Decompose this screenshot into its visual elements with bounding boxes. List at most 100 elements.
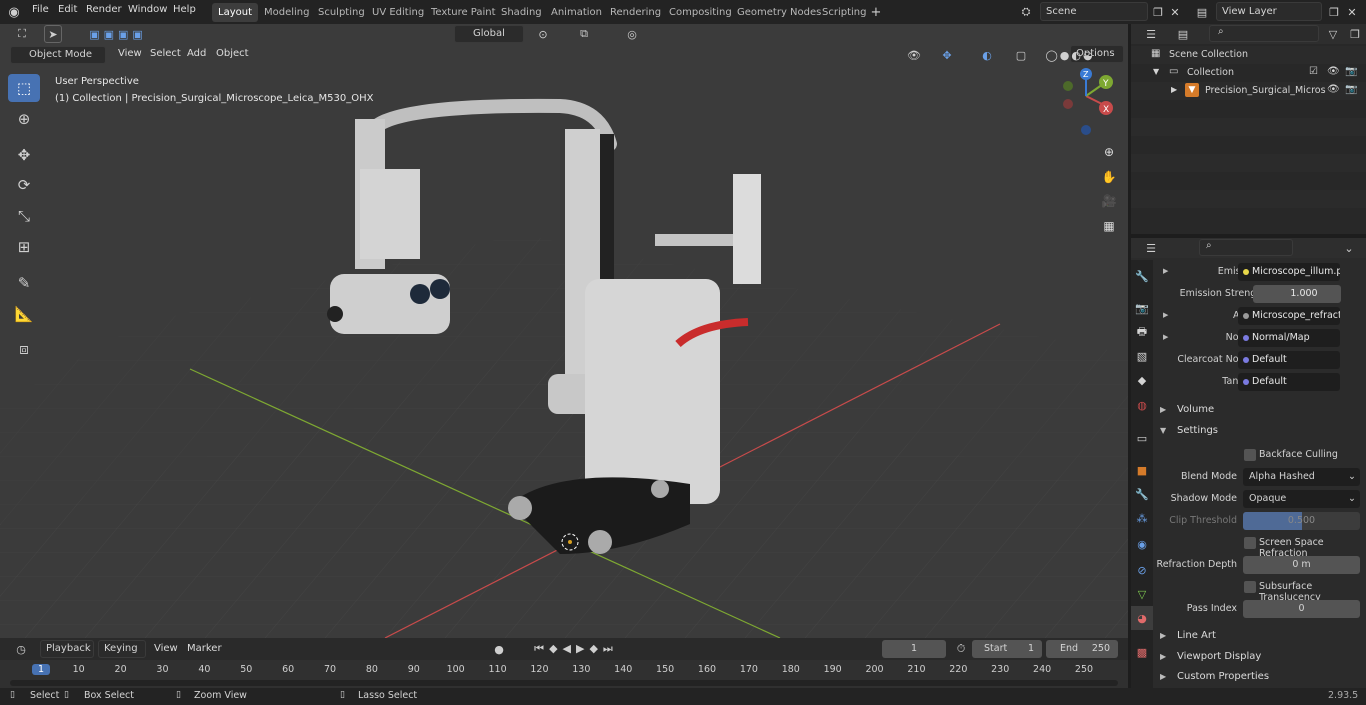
view-layer-tab-icon[interactable]: ▧ xyxy=(1131,344,1153,368)
blender-logo-icon[interactable]: ◉ xyxy=(6,4,22,20)
proportional-edit-icon[interactable]: ◎ xyxy=(612,25,652,43)
ssr-checkbox[interactable] xyxy=(1244,537,1256,549)
cursor-tool-icon[interactable]: ⊕ xyxy=(8,105,40,133)
shading-mode-icons[interactable]: ◯●◐◒ xyxy=(1034,46,1106,64)
annotate-tool-icon[interactable]: ✎ xyxy=(8,269,40,297)
playback-controls-icons[interactable]: ⏮◆◀▶◆⏭ xyxy=(522,640,630,658)
material-input-field[interactable]: Default xyxy=(1238,373,1340,391)
editor-type-icon-2[interactable]: ⛶ xyxy=(8,25,36,43)
3d-viewport[interactable]: ⛶ Object Mode View Select Add Object Opt… xyxy=(0,24,1128,638)
camera-view-icon[interactable]: 🎥 xyxy=(1098,190,1120,212)
new-view-layer-icon[interactable]: ❐ xyxy=(1326,3,1342,21)
line-art-panel-header[interactable]: ▶ Line Art xyxy=(1160,626,1366,646)
new-collection-icon[interactable]: ❐ xyxy=(1347,26,1363,42)
socket-icon[interactable] xyxy=(1243,379,1249,385)
outliner-row-scene[interactable]: ▦ Scene Collection xyxy=(1131,46,1366,64)
expand-arrow-icon[interactable]: ▶ xyxy=(1163,267,1168,275)
rotate-tool-icon[interactable]: ⟳ xyxy=(8,171,40,199)
output-tab-icon[interactable]: 🖶 xyxy=(1131,320,1153,344)
render-tab-icon[interactable]: 📷 xyxy=(1131,296,1153,320)
transform-orientation-select[interactable]: Global xyxy=(454,25,524,43)
socket-icon[interactable] xyxy=(1243,357,1249,363)
object-eye-icon[interactable]: 👁 xyxy=(1327,84,1340,95)
constraints-tab-icon[interactable]: ⊘ xyxy=(1131,558,1153,582)
new-scene-icon[interactable]: ❐ xyxy=(1150,3,1166,21)
scene-field[interactable]: Scene xyxy=(1040,2,1148,21)
menu-window[interactable]: Window xyxy=(128,4,167,15)
viewport-menu-view[interactable]: View xyxy=(118,48,142,59)
object-tab-icon[interactable]: ■ xyxy=(1131,458,1153,482)
playhead[interactable]: 1 xyxy=(32,664,50,675)
modifier-tab-icon[interactable]: 🔧 xyxy=(1131,482,1153,506)
pivot-point-icon[interactable]: ⊙ xyxy=(530,25,556,43)
socket-icon[interactable] xyxy=(1243,335,1249,341)
tab-texture-paint[interactable]: Texture Paint xyxy=(425,3,502,22)
volume-panel-header[interactable]: ▶ Volume xyxy=(1160,400,1366,420)
tab-geometry-nodes[interactable]: Geometry Nodes xyxy=(731,3,827,22)
tab-shading[interactable]: Shading xyxy=(495,3,548,22)
menu-edit[interactable]: Edit xyxy=(58,4,77,15)
blend-mode-select[interactable]: Alpha Hashed ⌄ xyxy=(1243,468,1360,486)
outliner-search-input[interactable]: ⌕ xyxy=(1209,25,1319,42)
preview-range-icon[interactable]: ⏱ xyxy=(952,640,970,658)
properties-options-icon[interactable]: ⌄ xyxy=(1341,240,1357,256)
timeline-menu-marker[interactable]: Marker xyxy=(187,643,222,654)
viewport-menu-add[interactable]: Add xyxy=(187,48,206,59)
selection-mode-icons[interactable]: ▣▣▣▣ xyxy=(78,25,158,43)
tab-animation[interactable]: Animation xyxy=(545,3,608,22)
world-tab-icon[interactable]: ◍ xyxy=(1131,393,1153,417)
keying-menu[interactable]: Keying xyxy=(98,640,146,658)
scene-tab-icon[interactable]: ◆ xyxy=(1131,368,1153,392)
backface-culling-checkbox[interactable] xyxy=(1244,449,1256,461)
gizmo-toggle-icon[interactable]: ✥ xyxy=(932,46,962,64)
clip-threshold-slider[interactable]: 0.500 xyxy=(1243,512,1360,530)
particles-tab-icon[interactable]: ⁂ xyxy=(1131,506,1153,530)
move-tool-icon[interactable]: ✥ xyxy=(8,141,40,169)
material-tab-icon[interactable]: ◕ xyxy=(1131,606,1153,630)
expand-arrow-icon[interactable]: ▶ xyxy=(1163,311,1168,319)
eye-icon[interactable]: 👁 xyxy=(1327,66,1340,77)
scale-tool-icon[interactable]: ⤡ xyxy=(8,202,40,230)
refraction-depth-field[interactable]: 0 m xyxy=(1243,556,1360,574)
viewport-display-panel-header[interactable]: ▶ Viewport Display xyxy=(1160,647,1366,667)
tab-uv-editing[interactable]: UV Editing xyxy=(366,3,430,22)
material-input-field[interactable]: 1.000 xyxy=(1253,285,1341,303)
transform-tool-icon[interactable]: ⊞ xyxy=(8,233,40,261)
physics-tab-icon[interactable]: ◉ xyxy=(1131,532,1153,556)
select-tool-icon[interactable]: ➤ xyxy=(44,25,62,43)
properties-search-input[interactable]: ⌕ xyxy=(1199,239,1293,256)
timeline-scrollbar[interactable] xyxy=(10,680,1118,686)
start-frame-field[interactable]: Start 1 xyxy=(972,640,1042,658)
mode-select[interactable]: Object Mode xyxy=(10,46,106,64)
view-layer-icon[interactable]: ▤ xyxy=(1190,3,1214,21)
settings-panel-header[interactable]: ▼ Settings xyxy=(1160,421,1366,441)
expand-arrow-icon[interactable]: ▶ xyxy=(1171,85,1177,94)
display-mode-icon[interactable]: ▤ xyxy=(1171,26,1195,42)
select-box-tool-icon[interactable]: ⬚ xyxy=(8,74,40,102)
delete-view-layer-icon[interactable]: ✕ xyxy=(1344,3,1360,21)
tab-layout[interactable]: Layout xyxy=(212,3,258,22)
exclude-checkbox-icon[interactable]: ☑ xyxy=(1309,66,1318,77)
scene-selector-icon[interactable]: ⛭ xyxy=(1014,3,1038,21)
overlay-toggle-icon[interactable]: ◐ xyxy=(972,46,1002,64)
menu-help[interactable]: Help xyxy=(173,4,196,15)
measure-tool-icon[interactable]: 📐 xyxy=(8,300,40,328)
timeline-area[interactable]: 1 10 20 30 40 50 60 70 80 90 100 110 120 130 140 150 160… xyxy=(0,660,1128,688)
render-camera-icon[interactable]: 📷 xyxy=(1345,66,1357,77)
ortho-toggle-icon[interactable]: ▦ xyxy=(1098,215,1120,237)
xray-icon[interactable]: ▢ xyxy=(1012,46,1030,64)
object-render-icon[interactable]: 📷 xyxy=(1345,84,1357,95)
zoom-view-icon[interactable]: ⊕ xyxy=(1098,141,1120,163)
material-input-field[interactable]: Microscope_refract_i... xyxy=(1238,307,1340,325)
menu-render[interactable]: Render xyxy=(86,4,122,15)
material-input-field[interactable]: Microscope_illum.png xyxy=(1238,263,1340,281)
tab-modeling[interactable]: Modeling xyxy=(258,3,316,22)
tab-rendering[interactable]: Rendering xyxy=(604,3,667,22)
snap-icon[interactable]: ⧉ xyxy=(560,25,608,43)
tool-tab-icon[interactable]: 🔧 xyxy=(1131,264,1153,288)
timeline-editor-icon[interactable]: ◷ xyxy=(8,640,34,658)
tab-sculpting[interactable]: Sculpting xyxy=(312,3,371,22)
socket-icon[interactable] xyxy=(1243,313,1249,319)
timeline-menu-view[interactable]: View xyxy=(154,643,178,654)
tab-compositing[interactable]: Compositing xyxy=(663,3,738,22)
